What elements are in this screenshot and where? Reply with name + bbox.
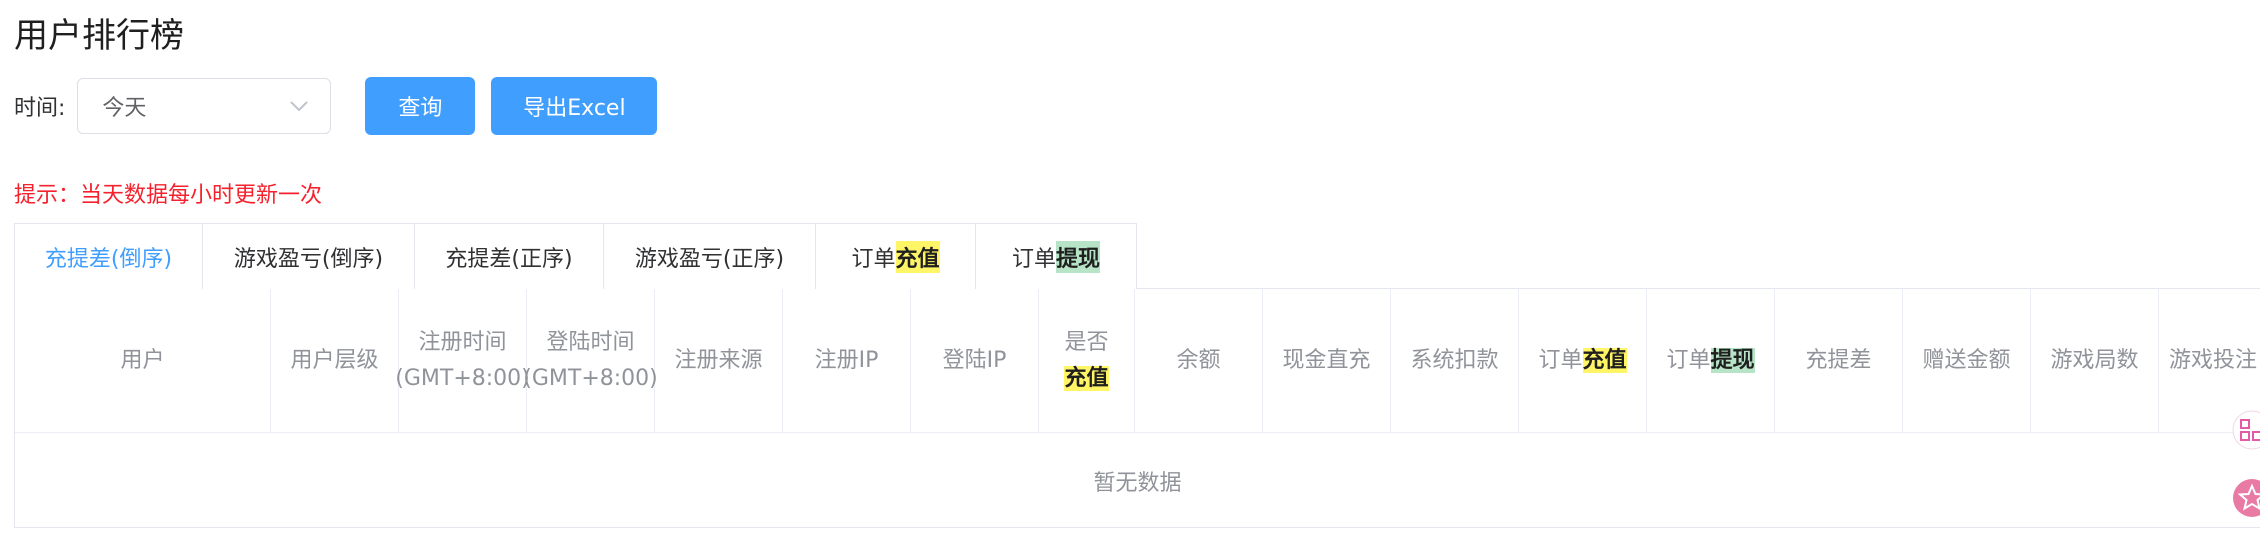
ranking-table: 用户 用户层级 注册时间(GMT+8:00) 登陆时间(GMT+8:00) 注册…	[14, 288, 2260, 528]
tab-game-profit-desc[interactable]: 游戏盈亏(倒序)	[203, 224, 415, 289]
column-header: 系统扣款	[1391, 289, 1519, 432]
page-title: 用户排行榜	[14, 16, 184, 56]
star-icon[interactable]	[2232, 478, 2260, 518]
tab-bar: 充提差(倒序) 游戏盈亏(倒序) 充提差(正序) 游戏盈亏(正序) 订单 充值 订…	[14, 223, 1137, 289]
column-header: 注册来源	[655, 289, 783, 432]
hint-text: 提示：当天数据每小时更新一次	[14, 183, 323, 208]
table-header: 用户 用户层级 注册时间(GMT+8:00) 登陆时间(GMT+8:00) 注册…	[15, 289, 2260, 433]
grid-icon[interactable]	[2232, 410, 2260, 450]
empty-text: 暂无数据	[1093, 470, 1182, 496]
tab-label-prefix: 订单	[851, 246, 896, 272]
time-label: 时间:	[14, 96, 66, 121]
tab-label-highlight: 提现	[1056, 240, 1101, 273]
column-header: 现金直充	[1263, 289, 1391, 432]
column-header: 注册IP	[783, 289, 911, 432]
column-header: 赠送金额	[1903, 289, 2031, 432]
filter-bar: 时间: 今天 查询 导出Excel	[14, 77, 658, 135]
tab-label-prefix: 订单	[1011, 246, 1056, 272]
chevron-down-icon	[290, 101, 309, 112]
column-header: 注册时间(GMT+8:00)	[395, 289, 530, 432]
column-header: 登陆时间(GMT+8:00)	[523, 289, 658, 432]
column-header: 用户层级	[271, 289, 399, 432]
column-header: 充提差	[1775, 289, 1903, 432]
column-header: 游戏局数	[2031, 289, 2159, 432]
column-header: 余额	[1135, 289, 1263, 432]
tab-order-recharge[interactable]: 订单 充值	[816, 224, 976, 289]
empty-state: 暂无数据	[15, 433, 2260, 527]
query-button[interactable]: 查询	[365, 77, 476, 135]
tab-recharge-diff-asc[interactable]: 充提差(正序)	[415, 224, 604, 289]
time-select-value: 今天	[102, 96, 147, 121]
column-header: 是否 充值	[1039, 289, 1135, 432]
column-header: 订单充值	[1519, 289, 1647, 432]
column-header: 订单提现	[1647, 289, 1775, 432]
column-header: 用户	[15, 289, 271, 432]
column-header: 登陆IP	[911, 289, 1039, 432]
export-excel-button[interactable]: 导出Excel	[491, 77, 658, 135]
tab-game-profit-asc[interactable]: 游戏盈亏(正序)	[604, 224, 816, 289]
tab-order-withdraw[interactable]: 订单 提现	[976, 224, 1136, 289]
floating-toolbar	[2226, 408, 2260, 538]
tab-label-highlight: 充值	[895, 240, 940, 273]
tab-recharge-diff-desc[interactable]: 充提差(倒序)	[15, 224, 203, 289]
time-select[interactable]: 今天	[77, 78, 332, 134]
